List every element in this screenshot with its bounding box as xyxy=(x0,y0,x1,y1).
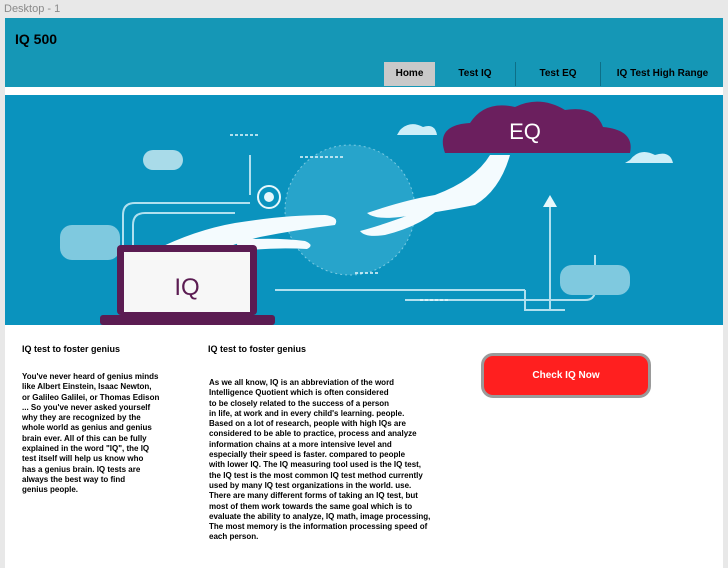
nav-home[interactable]: Home xyxy=(384,62,435,86)
main-nav: Home Test IQ Test EQ IQ Test High Range xyxy=(384,62,723,86)
brand-logo[interactable]: IQ 500 xyxy=(15,31,57,47)
nav-iq-test-high-range[interactable]: IQ Test High Range xyxy=(600,62,723,86)
check-iq-now-button[interactable]: Check IQ Now xyxy=(481,353,651,398)
left-column-text: You've never heard of genius minds like … xyxy=(22,372,160,495)
artboard: IQ 500 Home Test IQ Test EQ IQ Test High… xyxy=(5,18,723,568)
hero-banner: EQ IQ xyxy=(5,95,723,325)
middle-column-text: As we all know, IQ is an abbreviation of… xyxy=(209,378,431,542)
left-column-title: IQ test to foster genius xyxy=(22,344,121,354)
nav-test-iq[interactable]: Test IQ xyxy=(435,62,515,86)
site-header: IQ 500 Home Test IQ Test EQ IQ Test High… xyxy=(5,18,723,87)
cloud-eq-label: EQ xyxy=(509,119,541,144)
hero-illustration: EQ IQ xyxy=(60,101,673,325)
laptop-iq-label: IQ xyxy=(174,274,199,301)
nav-test-eq[interactable]: Test EQ xyxy=(515,62,600,86)
middle-column-title: IQ test to foster genius xyxy=(208,344,307,354)
window-title: Desktop - 1 xyxy=(0,0,728,18)
